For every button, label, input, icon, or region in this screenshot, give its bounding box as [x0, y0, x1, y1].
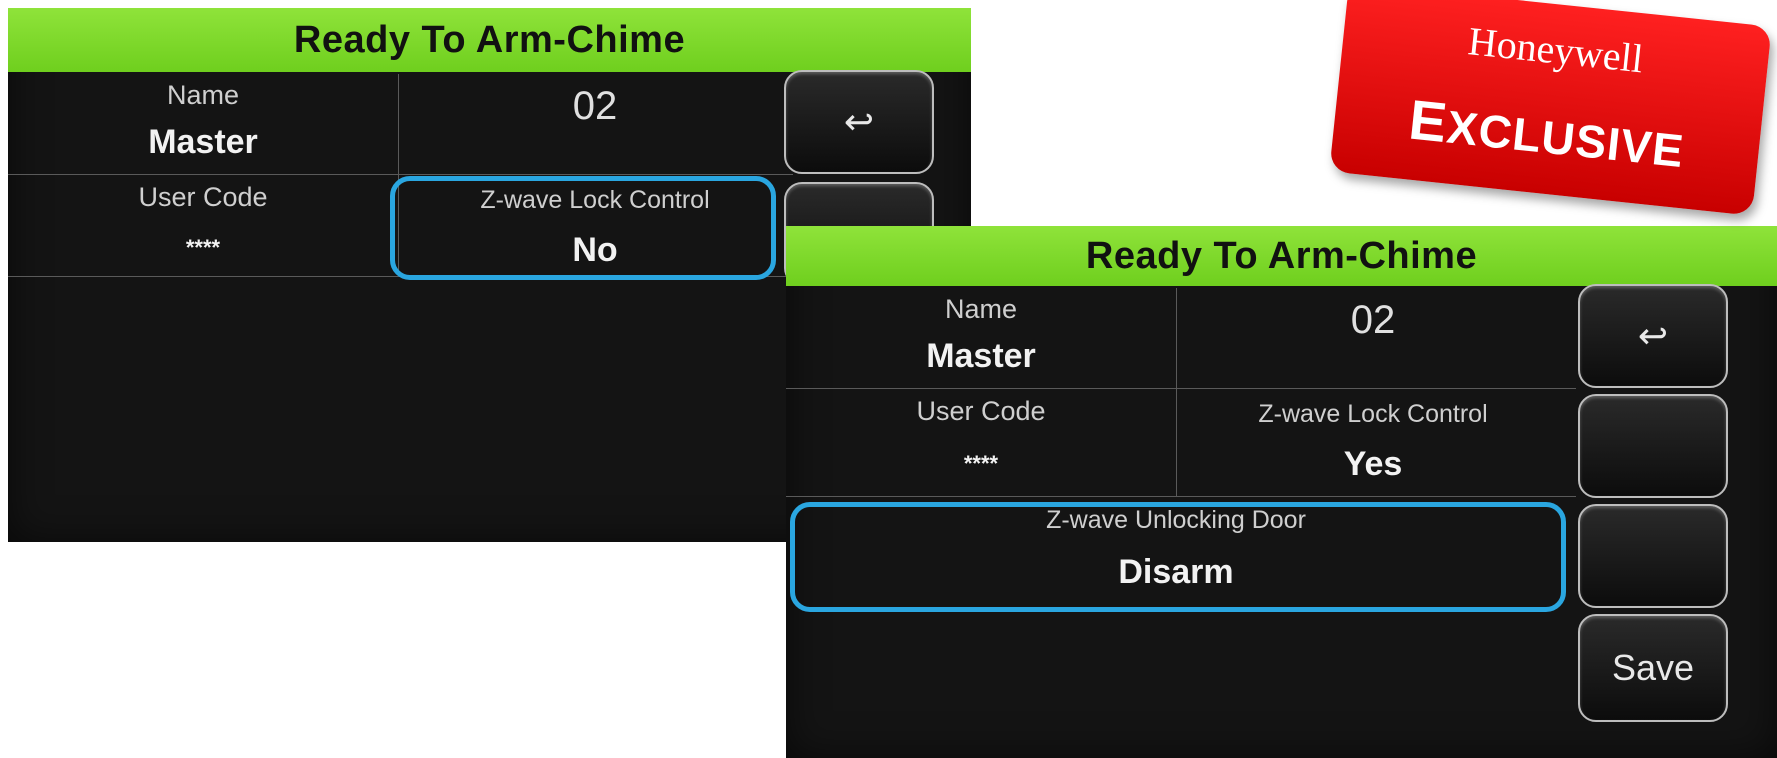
back-icon: ↩ — [1637, 315, 1669, 356]
user-code-cell[interactable]: User Code **** — [8, 178, 398, 274]
save-label: Save — [1611, 647, 1695, 688]
lock-control-value: Yes — [1343, 445, 1403, 483]
name-label: Name — [166, 80, 240, 110]
divider — [786, 496, 1576, 497]
right-keypad-screen: Ready To Arm-Chime Name Master 02 User C… — [786, 226, 1777, 758]
back-button[interactable]: ↩ — [1578, 284, 1728, 388]
lock-control-label: Z-wave Lock Control — [1258, 400, 1488, 428]
user-code-label: User Code — [916, 396, 1046, 426]
user-number: 02 — [572, 84, 618, 128]
back-button[interactable]: ↩ — [784, 70, 934, 174]
exclusive-first-letter: E — [1406, 87, 1451, 155]
user-number: 02 — [1350, 298, 1396, 342]
brand-logo-text: Honeywell — [1466, 18, 1646, 82]
status-header: Ready To Arm-Chime — [786, 226, 1777, 286]
highlight-lock-control — [390, 176, 776, 280]
back-icon: ↩ — [843, 101, 875, 142]
name-value: Master — [926, 337, 1036, 375]
name-cell[interactable]: Name Master — [8, 74, 398, 174]
save-button[interactable]: Save — [1578, 614, 1728, 722]
name-value: Master — [148, 123, 258, 161]
exclusive-text: EXCLUSIVE — [1332, 79, 1761, 188]
status-header: Ready To Arm-Chime — [8, 8, 971, 72]
divider — [1176, 288, 1177, 496]
user-number-cell: 02 — [400, 74, 790, 174]
name-cell[interactable]: Name Master — [786, 288, 1176, 388]
side-button-3[interactable] — [1578, 504, 1728, 608]
user-number-cell: 02 — [1178, 288, 1568, 388]
lock-control-cell[interactable]: Z-wave Lock Control Yes — [1178, 392, 1568, 496]
divider — [8, 174, 793, 175]
honeywell-exclusive-badge: Honeywell EXCLUSIVE — [1329, 0, 1772, 216]
user-code-value: **** — [185, 235, 221, 260]
highlight-unlocking-door — [790, 502, 1566, 612]
divider — [786, 388, 1576, 389]
exclusive-rest: XCLUSIVE — [1444, 100, 1687, 178]
side-button-2[interactable] — [1578, 394, 1728, 498]
user-code-label: User Code — [138, 182, 268, 212]
user-code-value: **** — [963, 451, 999, 476]
name-label: Name — [944, 294, 1018, 324]
user-code-cell[interactable]: User Code **** — [786, 392, 1176, 496]
